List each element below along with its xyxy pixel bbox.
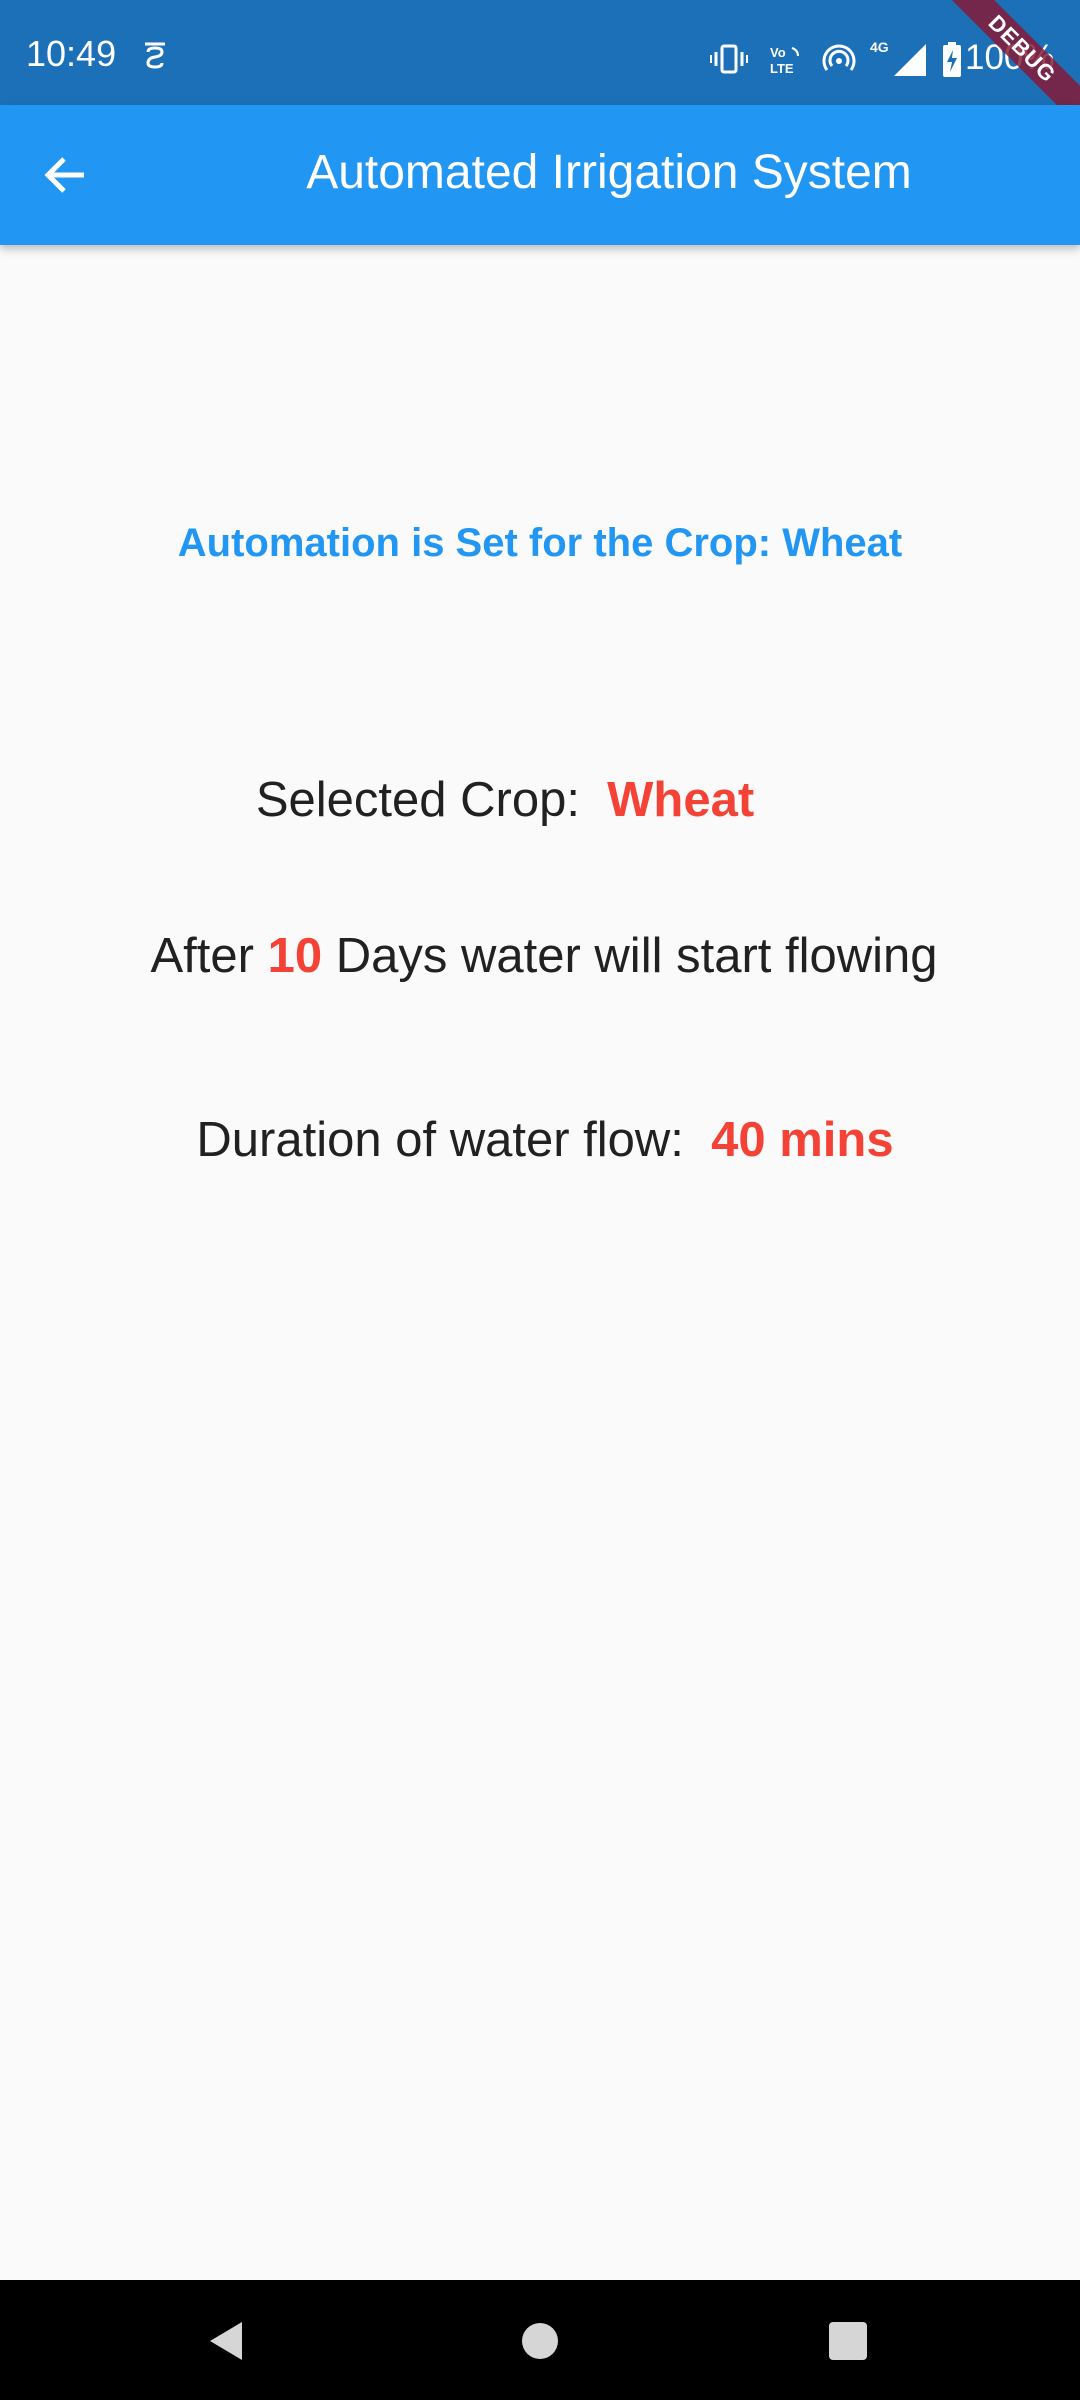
start-delay-days: 10: [267, 929, 323, 983]
duration-value: 40 mins: [711, 1113, 894, 1167]
nav-back-button[interactable]: [202, 2316, 252, 2366]
start-delay-prefix: After: [150, 929, 254, 983]
nav-recents-icon: [829, 2322, 867, 2360]
system-nav-bar: [0, 2280, 1080, 2400]
selected-crop-label: Selected Crop:: [255, 773, 580, 827]
svg-text:LTE: LTE: [770, 61, 794, 76]
vibrate-icon: [710, 44, 748, 79]
hotspot-icon: [822, 44, 856, 79]
notification-icon: [140, 40, 170, 79]
nav-recents-button[interactable]: [823, 2316, 873, 2366]
app-bar: Automated Irrigation System: [0, 105, 1080, 245]
svg-text:4G: 4G: [870, 39, 889, 55]
duration-label: Duration of water flow:: [196, 1113, 684, 1167]
nav-home-button[interactable]: [515, 2316, 565, 2366]
status-time: 10:49: [26, 33, 117, 74]
battery-percentage: 100%: [965, 38, 1055, 77]
start-delay-suffix: Days water will start flowing: [335, 929, 938, 983]
nav-back-icon: [210, 2322, 242, 2360]
page-title: Automated Irrigation System: [306, 146, 912, 199]
duration-row: Duration of water flow: 40 mins: [0, 1116, 1080, 1165]
start-delay-row: After 10 Days water will start flowing: [0, 932, 1080, 981]
volte-icon: Vo LTE: [768, 44, 804, 81]
battery-charging-icon: [942, 42, 962, 83]
automation-status-message: Automation is Set for the Crop: Wheat: [177, 521, 903, 565]
svg-text:Vo: Vo: [770, 45, 786, 60]
signal-4g-icon: 4G: [870, 38, 928, 83]
selected-crop-row: Selected Crop: Wheat: [0, 776, 1080, 825]
nav-home-icon: [522, 2323, 558, 2359]
status-bar: 10:49 Vo LTE 4G 100%: [0, 0, 1080, 105]
selected-crop-value: Wheat: [607, 773, 755, 827]
